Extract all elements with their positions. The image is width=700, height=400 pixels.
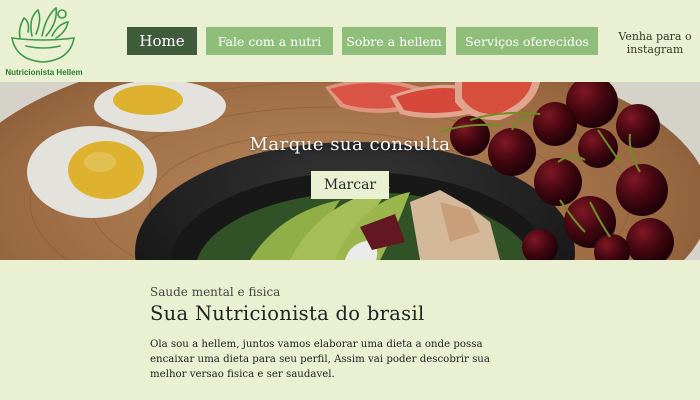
brand-logo[interactable]: Nutricionista Hellem [2, 2, 84, 78]
hero-banner: Marque sua consulta Marcar [0, 82, 700, 260]
nav-home-button[interactable]: Home [127, 27, 197, 55]
salad-bowl-icon [11, 7, 75, 63]
schedule-button[interactable]: Marcar [311, 171, 389, 199]
site-header: Nutricionista Hellem Home Fale com a nut… [0, 0, 700, 82]
intro-eyebrow: Saude mental e fisica [150, 285, 281, 299]
intro-heading: Sua Nutricionista do brasil [150, 302, 425, 325]
intro-paragraph: Ola sou a hellem, juntos vamos elaborar … [150, 339, 490, 380]
nav-services-button[interactable]: Serviços oferecidos [456, 27, 598, 55]
nav-contact-button[interactable]: Fale com a nutri [206, 27, 333, 55]
instagram-link[interactable]: Venha para o instagram [612, 30, 698, 56]
hero-title: Marque sua consulta [249, 134, 451, 155]
brand-name: Nutricionista Hellem [5, 68, 83, 77]
nav-about-button[interactable]: Sobre a hellem [342, 27, 446, 55]
